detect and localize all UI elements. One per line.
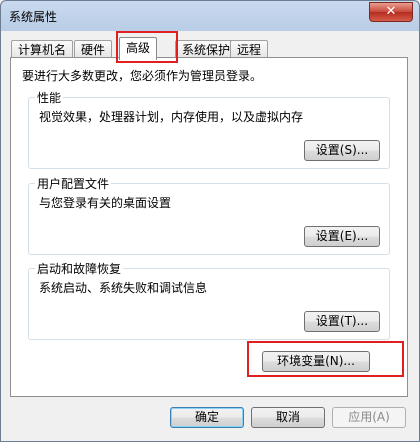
user-profiles-settings-button[interactable]: 设置(E)... [304, 226, 380, 247]
startup-recovery-title: 启动和故障恢复 [35, 260, 124, 277]
close-icon: ✕ [385, 4, 397, 19]
user-profiles-title: 用户配置文件 [35, 175, 112, 192]
cancel-button[interactable]: 取消 [251, 407, 325, 428]
performance-settings-button[interactable]: 设置(S)... [304, 140, 380, 161]
environment-variables-button[interactable]: 环境变量(N)... [262, 351, 370, 372]
user-profiles-group: 用户配置文件 与您登录有关的桌面设置 设置(E)... [28, 175, 390, 255]
startup-recovery-description: 系统启动、系统失败和调试信息 [39, 281, 208, 295]
user-profiles-description: 与您登录有关的桌面设置 [39, 196, 172, 210]
performance-title: 性能 [35, 89, 64, 106]
title-bar[interactable]: 系统属性 ✕ [1, 1, 419, 31]
performance-group: 性能 视觉效果，处理器计划，内存使用，以及虚拟内存 设置(S)... [28, 89, 390, 169]
performance-description: 视觉效果，处理器计划，内存使用，以及虚拟内存 [39, 110, 304, 124]
close-button[interactable]: ✕ [369, 2, 413, 22]
window-title: 系统属性 [9, 10, 58, 24]
startup-recovery-group: 启动和故障恢复 系统启动、系统失败和调试信息 设置(T)... [28, 260, 390, 340]
apply-button[interactable]: 应用(A) [332, 407, 406, 428]
tab-bar: 计算机名 硬件 高级 系统保护 远程 [11, 37, 411, 60]
ok-button[interactable]: 确定 [170, 407, 244, 428]
tab-advanced[interactable]: 高级 [119, 37, 158, 60]
startup-recovery-settings-button[interactable]: 设置(T)... [304, 311, 380, 332]
admin-notice: 要进行大多数更改，您必须作为管理员登录。 [22, 69, 263, 83]
